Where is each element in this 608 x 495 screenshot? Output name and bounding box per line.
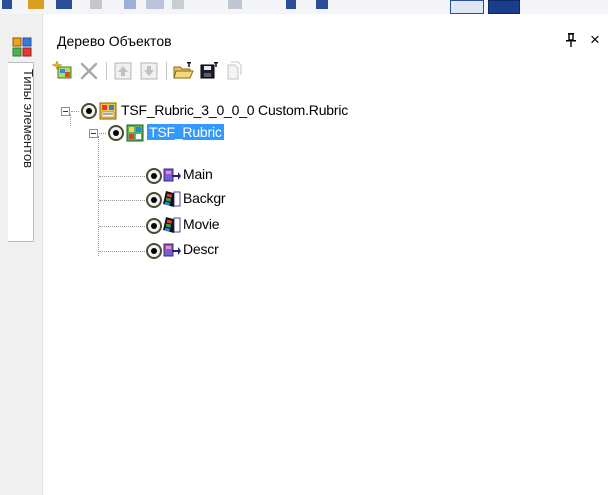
film-strip-icon bbox=[163, 217, 181, 233]
tree-node-label: Main bbox=[183, 166, 213, 182]
delete-icon[interactable] bbox=[78, 60, 100, 82]
tree-node-label: Backgr bbox=[183, 190, 226, 206]
rubric-icon bbox=[126, 124, 144, 142]
tab-element-types-label: Типы элементов bbox=[21, 69, 36, 169]
open-folder-icon[interactable] bbox=[172, 60, 194, 82]
toolbar-icon[interactable] bbox=[228, 0, 242, 9]
toolbar-icon[interactable] bbox=[450, 0, 484, 14]
collapse-toggle-icon[interactable] bbox=[61, 107, 70, 116]
object-tree-panel: Дерево Объектов × TSF_Rubric_3_0_0_0 Cus… bbox=[44, 14, 608, 495]
tree-node-label-selected: TSF_Rubric bbox=[147, 124, 224, 140]
panel-title: Дерево Объектов bbox=[57, 33, 172, 49]
visibility-eye-icon[interactable] bbox=[146, 168, 162, 184]
rubric-template-icon bbox=[99, 102, 117, 120]
main-toolbar-strip bbox=[0, 0, 608, 15]
tree-guide-line bbox=[99, 176, 145, 177]
tree-guide-line bbox=[99, 226, 145, 227]
add-object-icon[interactable] bbox=[52, 60, 74, 82]
toolbar-icon[interactable] bbox=[56, 0, 72, 9]
film-strip-icon bbox=[163, 191, 181, 207]
page-arrow-icon bbox=[163, 168, 181, 182]
tree-node-label: TSF_Rubric_3_0_0_0 Custom.Rubric bbox=[121, 102, 349, 118]
toolbar-icon[interactable] bbox=[146, 0, 164, 9]
tab-element-types[interactable]: Типы элементов bbox=[8, 62, 36, 242]
copy-icon[interactable] bbox=[224, 60, 246, 82]
toolbar-icon[interactable] bbox=[124, 0, 136, 9]
move-up-icon[interactable] bbox=[112, 60, 134, 82]
toolbar-separator bbox=[166, 62, 167, 80]
visibility-eye-icon[interactable] bbox=[108, 125, 124, 141]
pin-icon[interactable] bbox=[566, 33, 576, 47]
left-dock-rail: Типы элементов bbox=[0, 14, 43, 495]
toolbar-icon[interactable] bbox=[28, 0, 44, 9]
page-arrow-icon bbox=[163, 243, 181, 257]
close-icon[interactable]: × bbox=[590, 30, 600, 50]
tree-guide-line bbox=[70, 114, 71, 126]
tree-guide-line bbox=[71, 111, 79, 112]
tree-guide-line bbox=[99, 133, 106, 134]
tree-toolbar bbox=[44, 58, 608, 84]
tree-guide-line bbox=[99, 200, 145, 201]
tree-guide-line bbox=[99, 251, 145, 252]
visibility-eye-icon[interactable] bbox=[146, 243, 162, 259]
move-down-icon[interactable] bbox=[138, 60, 160, 82]
tree-guide-line bbox=[98, 136, 99, 256]
save-icon[interactable] bbox=[198, 60, 220, 82]
panel-header: Дерево Объектов × bbox=[44, 28, 608, 52]
toolbar-icon[interactable] bbox=[316, 0, 328, 9]
element-types-icon[interactable] bbox=[11, 36, 33, 58]
visibility-eye-icon[interactable] bbox=[146, 218, 162, 234]
toolbar-icon[interactable] bbox=[172, 0, 184, 9]
tree-node-label: Movie bbox=[183, 216, 220, 232]
object-tree: TSF_Rubric_3_0_0_0 Custom.Rubric TSF_Rub… bbox=[44, 88, 608, 488]
toolbar-icon[interactable] bbox=[286, 0, 296, 9]
visibility-eye-icon[interactable] bbox=[81, 103, 97, 119]
tree-node-label: Descr bbox=[183, 241, 219, 257]
collapse-toggle-icon[interactable] bbox=[89, 129, 98, 138]
visibility-eye-icon[interactable] bbox=[146, 192, 162, 208]
toolbar-separator bbox=[106, 62, 107, 80]
toolbar-icon[interactable] bbox=[90, 0, 102, 9]
toolbar-icon[interactable] bbox=[488, 0, 520, 14]
toolbar-icon[interactable] bbox=[2, 0, 12, 9]
